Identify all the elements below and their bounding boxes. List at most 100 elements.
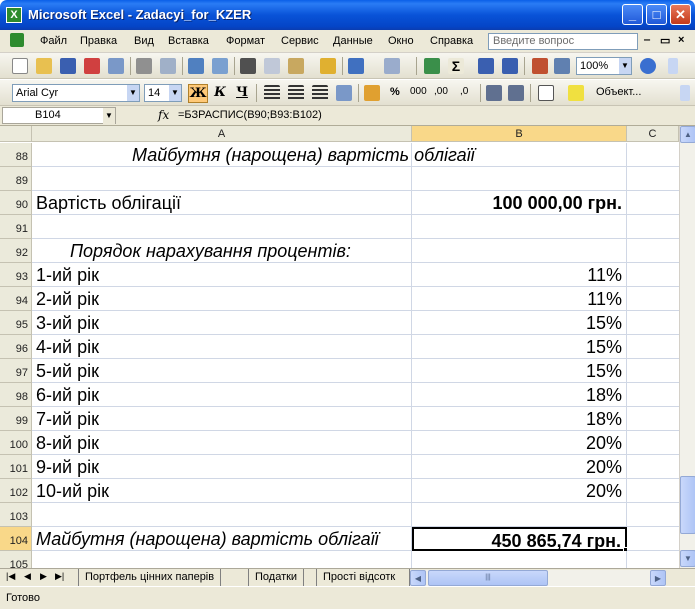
sort-descending-icon[interactable] <box>502 58 518 74</box>
doc-minimize-button[interactable]: ‒ <box>644 34 650 46</box>
menu-help[interactable]: Справка <box>430 35 473 47</box>
sheet-tab[interactable]: Портфель цінних паперів <box>78 569 222 586</box>
chart-wizard-icon[interactable] <box>532 58 548 74</box>
open-icon[interactable] <box>36 58 52 74</box>
increase-indent-icon[interactable] <box>508 85 524 101</box>
cell-b98[interactable]: 18% <box>412 383 627 407</box>
close-button[interactable]: ✕ <box>670 4 691 25</box>
decrease-decimal-button[interactable]: ,0 <box>460 86 468 97</box>
cell-b100[interactable]: 20% <box>412 431 627 455</box>
cell-b96[interactable]: 15% <box>412 335 627 359</box>
formula-input[interactable]: =БЗРАСПИС(B90;B93:B102) <box>178 109 322 121</box>
next-sheet-icon[interactable]: ▶ <box>40 571 47 582</box>
cell-c98[interactable] <box>627 383 679 407</box>
minimize-button[interactable]: _ <box>622 4 643 25</box>
vertical-scrollbar[interactable]: ▲ ▼ <box>679 126 695 568</box>
row-header[interactable]: 101 <box>0 455 32 479</box>
column-header-a[interactable]: A <box>32 126 412 142</box>
cell-a96[interactable]: 4-ий рік <box>32 335 412 359</box>
cell-a94[interactable]: 2-ий рік <box>32 287 412 311</box>
cell-a95[interactable]: 3-ий рік <box>32 311 412 335</box>
row-header[interactable]: 99 <box>0 407 32 431</box>
borders-icon[interactable] <box>538 85 554 101</box>
research-icon[interactable] <box>212 58 228 74</box>
cell-c99[interactable] <box>627 407 679 431</box>
paste-icon[interactable] <box>288 58 304 74</box>
cell-c104[interactable] <box>627 527 679 551</box>
cell-c100[interactable] <box>627 431 679 455</box>
cell-b101[interactable]: 20% <box>412 455 627 479</box>
cell-c96[interactable] <box>627 335 679 359</box>
sheet-tab[interactable]: Прості відсотк <box>316 569 410 586</box>
row-header[interactable]: 98 <box>0 383 32 407</box>
row-header[interactable]: 102 <box>0 479 32 503</box>
cell-b90[interactable]: 100 000,00 грн. <box>412 191 627 215</box>
horizontal-scrollbar[interactable]: ◀ ||| ▶ <box>410 570 666 586</box>
cell-a104[interactable]: Майбутня (нарощена) вартість облігаїї <box>32 527 412 551</box>
row-header[interactable]: 97 <box>0 359 32 383</box>
hyperlink-icon[interactable] <box>424 58 440 74</box>
row-header[interactable]: 92 <box>0 239 32 263</box>
cell-c103[interactable] <box>627 503 679 527</box>
chevron-down-icon[interactable]: ▼ <box>127 85 139 101</box>
save-icon[interactable] <box>60 58 76 74</box>
vertical-scroll-thumb[interactable] <box>680 476 695 534</box>
menu-tools[interactable]: Сервис <box>281 35 319 47</box>
cell-b91[interactable] <box>412 215 627 239</box>
cell-b99[interactable]: 18% <box>412 407 627 431</box>
menu-view[interactable]: Вид <box>134 35 154 47</box>
percent-button[interactable]: % <box>390 86 400 98</box>
cell-b88[interactable] <box>412 143 627 167</box>
chevron-down-icon[interactable]: ▼ <box>169 85 181 101</box>
autosum-icon[interactable]: Σ <box>448 58 464 74</box>
row-header[interactable]: 94 <box>0 287 32 311</box>
menu-data[interactable]: Данные <box>333 35 373 47</box>
cell-c94[interactable] <box>627 287 679 311</box>
permission-icon[interactable] <box>84 58 100 74</box>
cell-b89[interactable] <box>412 167 627 191</box>
fill-color-icon[interactable] <box>568 85 584 101</box>
italic-button[interactable]: К <box>210 84 230 103</box>
align-center-icon[interactable] <box>288 85 304 101</box>
cell-a102[interactable]: 10-ий рік <box>32 479 412 503</box>
cell-c95[interactable] <box>627 311 679 335</box>
cell-c97[interactable] <box>627 359 679 383</box>
cell-c91[interactable] <box>627 215 679 239</box>
print-icon[interactable] <box>136 58 152 74</box>
row-header[interactable]: 104 <box>0 527 32 551</box>
print-preview-icon[interactable] <box>160 58 176 74</box>
cell-a100[interactable]: 8-ий рік <box>32 431 412 455</box>
cell-a89[interactable] <box>32 167 412 191</box>
row-header[interactable]: 88 <box>0 143 32 167</box>
last-sheet-icon[interactable]: ▶| <box>55 571 64 582</box>
cell-a98[interactable]: 6-ий рік <box>32 383 412 407</box>
chevron-down-icon[interactable]: ▼ <box>619 58 631 74</box>
row-header[interactable]: 95 <box>0 311 32 335</box>
cell-b105[interactable] <box>412 551 627 568</box>
column-header-c[interactable]: C <box>627 126 679 142</box>
row-header[interactable]: 105 <box>0 551 32 568</box>
scroll-right-icon[interactable]: ▶ <box>650 570 666 586</box>
menu-format[interactable]: Формат <box>226 35 265 47</box>
cell-b97[interactable]: 15% <box>412 359 627 383</box>
decrease-indent-icon[interactable] <box>486 85 502 101</box>
sort-ascending-icon[interactable] <box>478 58 494 74</box>
scroll-up-icon[interactable]: ▲ <box>680 126 695 143</box>
cell-b104[interactable]: 450 865,74 грн. <box>412 527 628 552</box>
new-icon[interactable] <box>12 58 28 74</box>
row-header[interactable]: 93 <box>0 263 32 287</box>
doc-close-button[interactable]: × <box>678 34 684 46</box>
select-all-button[interactable] <box>0 126 32 142</box>
currency-icon[interactable] <box>364 85 380 101</box>
redo-icon[interactable] <box>384 58 400 74</box>
align-left-icon[interactable] <box>264 85 280 101</box>
cell-b93[interactable]: 11% <box>412 263 627 287</box>
cell-b95[interactable]: 15% <box>412 311 627 335</box>
row-header[interactable]: 90 <box>0 191 32 215</box>
objects-button[interactable]: Объект... <box>596 86 641 98</box>
cell-a97[interactable]: 5-ий рік <box>32 359 412 383</box>
doc-restore-button[interactable]: ▭ <box>660 34 670 47</box>
row-header[interactable]: 96 <box>0 335 32 359</box>
font-name-select[interactable]: Arial Cyr ▼ <box>12 84 140 102</box>
toolbar-options-icon[interactable] <box>668 58 678 74</box>
